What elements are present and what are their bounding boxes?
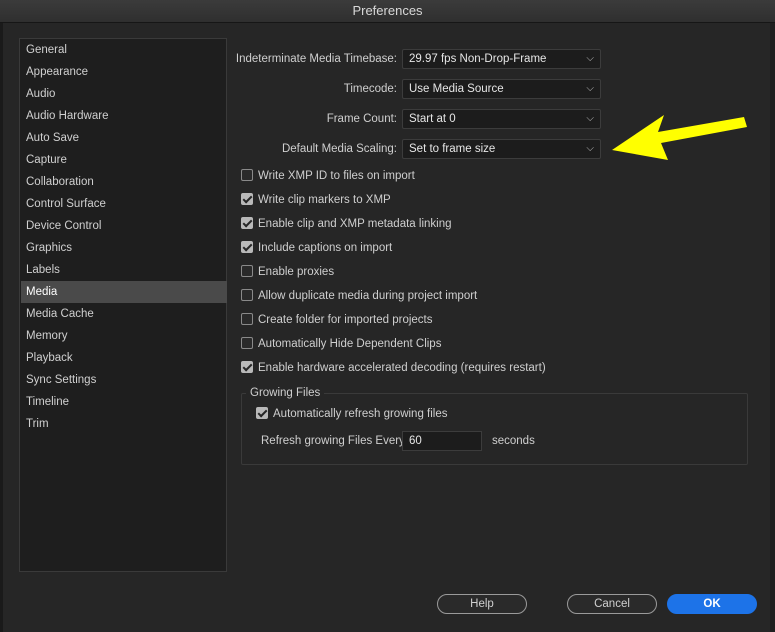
checkbox-box[interactable] (241, 241, 253, 253)
sidebar-item-label: Appearance (26, 66, 89, 78)
checkbox-label: Create folder for imported projects (258, 314, 433, 326)
growing-files-group (241, 393, 748, 465)
checkbox-box[interactable] (241, 289, 253, 301)
timebase-select[interactable]: 29.97 fps Non-Drop-Frame ⌵ (402, 49, 601, 69)
sidebar-item-sync-settings[interactable]: Sync Settings (21, 369, 227, 391)
checkbox-label: Enable proxies (258, 266, 335, 278)
sidebar-item-label: Trim (26, 418, 49, 430)
sidebar-item-label: Playback (26, 352, 73, 364)
background-edge-right (770, 23, 775, 632)
sidebar-item-label: Auto Save (26, 132, 80, 144)
refresh-interval-input[interactable]: 60 (402, 431, 482, 451)
sidebar-item-collaboration[interactable]: Collaboration (21, 171, 227, 193)
scaling-value: Set to frame size (409, 143, 496, 155)
checkbox-box[interactable] (241, 169, 253, 181)
timecode-label: Timecode: (343, 83, 397, 95)
sidebar-item-label: Memory (26, 330, 68, 342)
ok-button[interactable]: OK (667, 594, 757, 614)
scaling-label: Default Media Scaling: (281, 143, 397, 155)
frame-count-value: Start at 0 (409, 113, 456, 125)
sidebar-item-memory[interactable]: Memory (21, 325, 227, 347)
checkbox-box[interactable] (241, 313, 253, 325)
checkbox-box[interactable] (256, 407, 268, 419)
checkbox-box[interactable] (241, 193, 253, 205)
checkbox-box[interactable] (241, 265, 253, 277)
sidebar-item-label: Sync Settings (26, 374, 97, 386)
sidebar-item-label: Graphics (26, 242, 73, 254)
checkbox-box[interactable] (241, 361, 253, 373)
chevron-down-icon: ⌵ (586, 53, 594, 64)
sidebar-item-label: Collaboration (26, 176, 94, 188)
scaling-select[interactable]: Set to frame size ⌵ (402, 139, 601, 159)
arrow-icon (612, 115, 747, 160)
sidebar-item-device-control[interactable]: Device Control (21, 215, 227, 237)
checkbox-label: Write clip markers to XMP (258, 194, 391, 206)
refresh-interval-unit: seconds (492, 435, 535, 447)
sidebar-item-labels[interactable]: Labels (21, 259, 227, 281)
timebase-value: 29.97 fps Non-Drop-Frame (409, 53, 547, 65)
sidebar-item-label: Timeline (26, 396, 70, 408)
sidebar-item-timeline[interactable]: Timeline (21, 391, 227, 413)
checkbox-label: Include captions on import (258, 242, 393, 254)
sidebar-item-label: Control Surface (26, 198, 106, 210)
sidebar-item-label: Device Control (26, 220, 102, 232)
category-sidebar: General Appearance Audio Audio Hardware … (19, 38, 227, 572)
checkbox-label: Write XMP ID to files on import (258, 170, 415, 182)
window-titlebar: Preferences (0, 0, 775, 23)
chevron-down-icon: ⌵ (586, 143, 594, 154)
sidebar-item-media[interactable]: Media (21, 281, 227, 303)
checkbox-label: Allow duplicate media during project imp… (258, 290, 478, 302)
checkbox-box[interactable] (241, 217, 253, 229)
sidebar-item-label: Capture (26, 154, 67, 166)
sidebar-item-label: Media Cache (26, 308, 94, 320)
checkbox-box[interactable] (241, 337, 253, 349)
sidebar-item-label: General (26, 44, 67, 56)
sidebar-item-playback[interactable]: Playback (21, 347, 227, 369)
cancel-button-label: Cancel (594, 598, 630, 610)
background-edge (0, 23, 3, 632)
refresh-interval-label: Refresh growing Files Every (261, 435, 405, 447)
frame-count-select[interactable]: Start at 0 ⌵ (402, 109, 601, 129)
checkbox-label: Enable clip and XMP metadata linking (258, 218, 452, 230)
help-button[interactable]: Help (437, 594, 527, 614)
cancel-button[interactable]: Cancel (567, 594, 657, 614)
sidebar-item-graphics[interactable]: Graphics (21, 237, 227, 259)
refresh-interval-value: 60 (409, 435, 422, 447)
chevron-down-icon: ⌵ (586, 83, 594, 94)
sidebar-item-label: Audio (26, 88, 56, 100)
checkbox-label: Enable hardware accelerated decoding (re… (258, 362, 546, 374)
checkbox-label: Automatically refresh growing files (273, 408, 448, 420)
sidebar-item-media-cache[interactable]: Media Cache (21, 303, 227, 325)
timecode-select[interactable]: Use Media Source ⌵ (402, 79, 601, 99)
sidebar-item-control-surface[interactable]: Control Surface (21, 193, 227, 215)
ok-button-label: OK (703, 598, 721, 610)
window-title: Preferences (352, 3, 423, 18)
frame-count-label: Frame Count: (326, 113, 397, 125)
timecode-value: Use Media Source (409, 83, 504, 95)
help-button-label: Help (470, 598, 494, 610)
sidebar-item-label: Labels (26, 264, 60, 276)
sidebar-item-label: Audio Hardware (26, 110, 109, 122)
sidebar-item-label: Media (26, 286, 58, 298)
sidebar-item-trim[interactable]: Trim (21, 413, 227, 435)
growing-files-title: Growing Files (246, 385, 325, 401)
checkbox-label: Automatically Hide Dependent Clips (258, 338, 442, 350)
timebase-label: Indeterminate Media Timebase: (235, 53, 397, 65)
chevron-down-icon: ⌵ (586, 113, 594, 124)
